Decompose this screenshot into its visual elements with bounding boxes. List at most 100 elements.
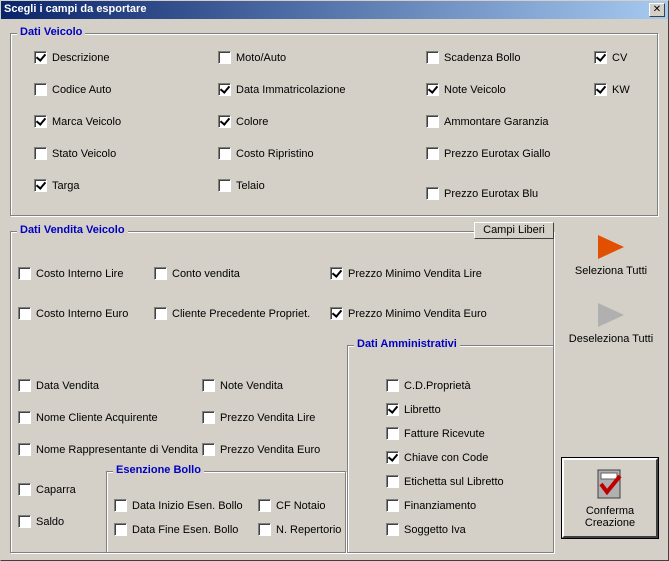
checkbox-box[interactable]: [18, 515, 31, 528]
checkbox-scadenza-bollo[interactable]: Scadenza Bollo: [426, 51, 520, 64]
checkbox-box[interactable]: [202, 443, 215, 456]
checkbox-kw[interactable]: KW: [594, 83, 630, 96]
checkbox-box[interactable]: [18, 379, 31, 392]
checkbox-box[interactable]: [386, 427, 399, 440]
checkbox-box[interactable]: [594, 83, 607, 96]
checkbox-ammontare-garanzia[interactable]: Ammontare Garanzia: [426, 115, 549, 128]
checkbox-data-inizio-esen[interactable]: Data Inizio Esen. Bollo: [114, 499, 243, 512]
checkbox-data-fine-esen[interactable]: Data Fine Esen. Bollo: [114, 523, 238, 536]
checkbox-finanziamento[interactable]: Finanziamento: [386, 499, 476, 512]
checkbox-n-repertorio[interactable]: N. Repertorio: [258, 523, 341, 536]
checkbox-label: C.D.Proprietà: [404, 379, 471, 392]
checkbox-box[interactable]: [386, 403, 399, 416]
checkbox-box[interactable]: [114, 499, 127, 512]
checkbox-box[interactable]: [218, 115, 231, 128]
checkbox-box[interactable]: [34, 83, 47, 96]
checkbox-box[interactable]: [18, 443, 31, 456]
checkbox-cliente-precedente[interactable]: Cliente Precedente Propriet.: [154, 307, 310, 320]
checkbox-box[interactable]: [218, 147, 231, 160]
group-title-dati-amministrativi: Dati Amministrativi: [354, 338, 460, 350]
checkbox-box[interactable]: [386, 475, 399, 488]
checkbox-box[interactable]: [426, 51, 439, 64]
checkbox-prezzo-minimo-euro[interactable]: Prezzo Minimo Vendita Euro: [330, 307, 487, 320]
checkbox-prezzo-minimo-lire[interactable]: Prezzo Minimo Vendita Lire: [330, 267, 482, 280]
checkbox-nome-cliente[interactable]: Nome Cliente Acquirente: [18, 411, 158, 424]
checkbox-data-immatricolazione[interactable]: Data Immatricolazione: [218, 83, 345, 96]
checkbox-data-vendita[interactable]: Data Vendita: [18, 379, 99, 392]
campi-liberi-button[interactable]: Campi Liberi: [474, 222, 554, 239]
checkbox-box[interactable]: [202, 379, 215, 392]
checkbox-label: Data Immatricolazione: [236, 83, 346, 96]
checkbox-cv[interactable]: CV: [594, 51, 627, 64]
checkbox-soggetto-iva[interactable]: Soggetto Iva: [386, 523, 466, 536]
checkbox-box[interactable]: [218, 179, 231, 192]
checkbox-costo-interno-euro[interactable]: Costo Interno Euro: [18, 307, 128, 320]
checkbox-box[interactable]: [386, 451, 399, 464]
confirm-check-icon: [597, 469, 622, 499]
checkbox-costo-ripristino[interactable]: Costo Ripristino: [218, 147, 314, 160]
checkbox-box[interactable]: [594, 51, 607, 64]
checkbox-telaio[interactable]: Telaio: [218, 179, 265, 192]
conferma-creazione-button[interactable]: Conferma Creazione: [562, 458, 658, 538]
checkbox-box[interactable]: [426, 187, 439, 200]
checkbox-codice-auto[interactable]: Codice Auto: [34, 83, 111, 96]
checkbox-box[interactable]: [18, 267, 31, 280]
checkbox-nome-rappresentante[interactable]: Nome Rappresentante di Vendita: [18, 443, 198, 456]
checkbox-box[interactable]: [386, 523, 399, 536]
checkbox-prezzo-vendita-lire[interactable]: Prezzo Vendita Lire: [202, 411, 315, 424]
checkbox-fatture-ricevute[interactable]: Fatture Ricevute: [386, 427, 485, 440]
checkbox-box[interactable]: [34, 51, 47, 64]
checkbox-box[interactable]: [258, 499, 271, 512]
close-icon: ✕: [652, 4, 662, 15]
group-dati-amministrativi: Dati Amministrativi: [347, 338, 554, 553]
checkbox-box[interactable]: [34, 179, 47, 192]
checkbox-box[interactable]: [218, 51, 231, 64]
checkbox-label: Marca Veicolo: [52, 115, 122, 128]
checkbox-descrizione[interactable]: Descrizione: [34, 51, 109, 64]
checkbox-moto-auto[interactable]: Moto/Auto: [218, 51, 286, 64]
checkbox-label: Data Fine Esen. Bollo: [132, 523, 239, 536]
checkbox-box[interactable]: [18, 307, 31, 320]
seleziona-tutti-button[interactable]: Seleziona Tutti: [566, 235, 656, 277]
checkbox-box[interactable]: [154, 307, 167, 320]
checkbox-marca-veicolo[interactable]: Marca Veicolo: [34, 115, 121, 128]
deseleziona-tutti-button[interactable]: Deseleziona Tutti: [566, 303, 656, 345]
checkbox-box[interactable]: [330, 267, 343, 280]
checkbox-chiave-con-code[interactable]: Chiave con Code: [386, 451, 488, 464]
checkbox-stato-veicolo[interactable]: Stato Veicolo: [34, 147, 116, 160]
checkbox-box[interactable]: [154, 267, 167, 280]
checkbox-label: Colore: [236, 115, 269, 128]
checkbox-targa[interactable]: Targa: [34, 179, 80, 192]
checkbox-box[interactable]: [386, 379, 399, 392]
checkbox-label: Stato Veicolo: [52, 147, 117, 160]
checkbox-box[interactable]: [330, 307, 343, 320]
checkbox-box[interactable]: [34, 115, 47, 128]
checkbox-box[interactable]: [426, 147, 439, 160]
checkbox-box[interactable]: [426, 83, 439, 96]
checkbox-prezzo-eurotax-blu[interactable]: Prezzo Eurotax Blu: [426, 187, 538, 200]
close-button[interactable]: ✕: [649, 3, 665, 17]
checkbox-box[interactable]: [18, 411, 31, 424]
checkbox-box[interactable]: [202, 411, 215, 424]
checkbox-note-veicolo[interactable]: Note Veicolo: [426, 83, 506, 96]
checkbox-note-vendita[interactable]: Note Vendita: [202, 379, 283, 392]
checkbox-libretto[interactable]: Libretto: [386, 403, 441, 416]
checkbox-box[interactable]: [218, 83, 231, 96]
checkbox-conto-vendita[interactable]: Conto vendita: [154, 267, 240, 280]
checkbox-prezzo-vendita-euro[interactable]: Prezzo Vendita Euro: [202, 443, 320, 456]
checkbox-box[interactable]: [34, 147, 47, 160]
checkbox-colore[interactable]: Colore: [218, 115, 268, 128]
checkbox-box[interactable]: [426, 115, 439, 128]
checkbox-caparra[interactable]: Caparra: [18, 483, 76, 496]
checkbox-cf-notaio[interactable]: CF Notaio: [258, 499, 326, 512]
checkbox-etichetta-libretto[interactable]: Etichetta sul Libretto: [386, 475, 504, 488]
checkbox-box[interactable]: [258, 523, 271, 536]
checkbox-box[interactable]: [18, 483, 31, 496]
checkbox-cd-proprieta[interactable]: C.D.Proprietà: [386, 379, 471, 392]
checkbox-label: Moto/Auto: [236, 51, 287, 64]
checkbox-saldo[interactable]: Saldo: [18, 515, 64, 528]
checkbox-box[interactable]: [386, 499, 399, 512]
checkbox-costo-interno-lire[interactable]: Costo Interno Lire: [18, 267, 123, 280]
checkbox-box[interactable]: [114, 523, 127, 536]
checkbox-prezzo-eurotax-giallo[interactable]: Prezzo Eurotax Giallo: [426, 147, 550, 160]
